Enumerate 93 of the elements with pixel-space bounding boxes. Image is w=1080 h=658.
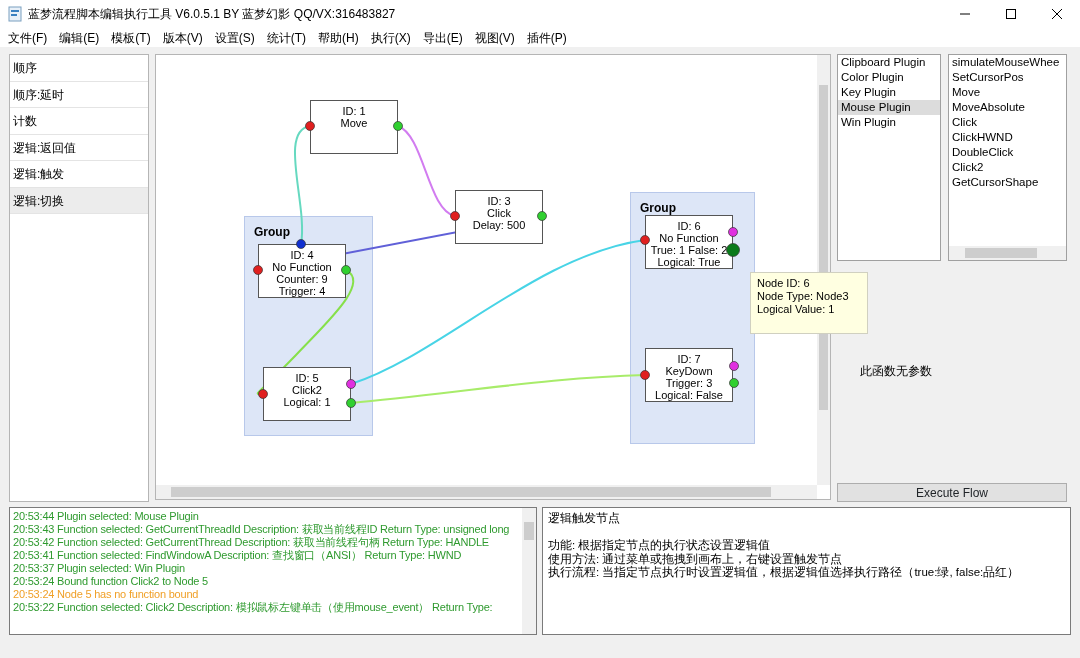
node-type-item[interactable]: 计数 xyxy=(10,108,148,135)
plugin-item[interactable]: Key Plugin xyxy=(838,85,940,100)
port-icon[interactable] xyxy=(296,239,306,249)
port-icon[interactable] xyxy=(253,265,263,275)
node-type-item[interactable]: 逻辑:返回值 xyxy=(10,134,148,161)
menu-item[interactable]: 导出(E) xyxy=(416,28,469,47)
flow-node[interactable]: ID: 6 No Function True: 1 False: 2 Logical: True xyxy=(645,215,733,269)
flow-node[interactable]: ID: 1 Move xyxy=(310,100,398,154)
menu-item[interactable]: 版本(V) xyxy=(156,28,209,47)
menu-item[interactable]: 视图(V) xyxy=(468,28,521,47)
parameter-message: 此函数无参数 xyxy=(860,364,932,378)
node-type-item[interactable]: 顺序:延时 xyxy=(10,81,148,108)
port-icon[interactable] xyxy=(726,243,740,257)
log-entry: 20:53:41 Function selected: FindWindowA Description: 查找窗口（ANSI） Return Type: HWND xyxy=(13,549,463,562)
function-item[interactable]: MoveAbsolute xyxy=(949,100,1066,115)
function-item[interactable]: DoubleClick xyxy=(949,145,1066,160)
node-text: ID: 7 xyxy=(676,353,702,365)
group-title: Group xyxy=(640,200,676,217)
node-text: KeyDown xyxy=(664,365,714,377)
plugin-item[interactable]: Color Plugin xyxy=(838,70,940,85)
log-entry: 20:53:22 Function selected: Click2 Description: 模拟鼠标左键单击（使用mouse_event） Return Type: xyxy=(13,601,494,614)
function-item[interactable]: SetCursorPos xyxy=(949,70,1066,85)
function-item[interactable]: Click xyxy=(949,115,1066,130)
port-icon[interactable] xyxy=(258,389,268,399)
description-line: 使用方法: 通过菜单或拖拽到画布上，右键设置触发节点 xyxy=(548,552,844,566)
horizontal-scrollbar[interactable] xyxy=(949,246,1066,260)
log-entry: 20:53:24 Node 5 has no function bound xyxy=(13,588,200,601)
node-text: Counter: 9 xyxy=(275,273,329,285)
node-type-item[interactable]: 逻辑:触发 xyxy=(10,161,148,188)
node-text: ID: 3 xyxy=(486,195,512,207)
node-text: Logical: 1 xyxy=(282,396,332,408)
execute-flow-button[interactable]: Execute Flow xyxy=(837,483,1067,502)
log-entry: 20:53:24 Bound function Click2 to Node 5 xyxy=(13,575,210,588)
menu-item[interactable]: 帮助(H) xyxy=(312,28,365,47)
port-icon[interactable] xyxy=(640,370,650,380)
node-text: True: 1 False: 2 xyxy=(649,244,729,256)
flow-node[interactable]: ID: 5 Click2 Logical: 1 xyxy=(263,367,351,421)
menu-item[interactable]: 统计(T) xyxy=(260,28,312,47)
node-text: No Function xyxy=(271,261,333,273)
node-text: ID: 6 xyxy=(676,220,702,232)
node-text: Trigger: 3 xyxy=(664,377,714,389)
log-entry: 20:53:43 Function selected: GetCurrentThreadId Description: 获取当前线程ID Return Type: unsigned long xyxy=(13,523,511,536)
tooltip-line: Logical Value: 1 xyxy=(757,303,836,316)
node-text: Move xyxy=(339,117,369,129)
node-text: Delay: 500 xyxy=(471,219,527,231)
window-title: 蓝梦流程脚本编辑执行工具 V6.0.5.1 BY 蓝梦幻影 QQ/VX:316483827 xyxy=(27,6,397,23)
node-text: ID: 4 xyxy=(289,249,315,261)
group-title: Group xyxy=(254,224,290,241)
node-text: No Function xyxy=(658,232,720,244)
menu-item[interactable]: 编辑(E) xyxy=(53,28,106,47)
port-icon[interactable] xyxy=(537,211,547,221)
port-icon[interactable] xyxy=(640,235,650,245)
flow-node[interactable]: ID: 7 KeyDown Trigger: 3 Logical: False xyxy=(645,348,733,402)
node-text: Trigger: 4 xyxy=(277,285,327,297)
node-type-item[interactable]: 顺序 xyxy=(10,55,148,82)
node-text: Logical: True xyxy=(656,256,722,268)
tooltip-line: Node ID: 6 xyxy=(757,277,811,290)
menu-item[interactable]: 插件(P) xyxy=(520,28,573,47)
function-item[interactable]: Click2 xyxy=(949,160,1066,175)
function-item[interactable]: simulateMouseWhee xyxy=(949,55,1066,70)
port-icon[interactable] xyxy=(305,121,315,131)
node-type-item[interactable]: 逻辑:切换 xyxy=(10,187,148,214)
function-item[interactable]: Move xyxy=(949,85,1066,100)
menu-item[interactable]: 执行(X) xyxy=(364,28,417,47)
description-line: 执行流程: 当指定节点执行时设置逻辑值，根据逻辑值选择执行路径（true:绿, false:品红） xyxy=(548,566,1021,580)
port-icon[interactable] xyxy=(341,265,351,275)
node-text: Click xyxy=(486,207,512,219)
function-item[interactable]: GetCursorShape xyxy=(949,175,1066,190)
log-entry: 20:53:42 Function selected: GetCurrentThread Description: 获取当前线程句柄 Return Type: HANDLE xyxy=(13,536,490,549)
flow-node[interactable]: ID: 3 Click Delay: 500 xyxy=(455,190,543,244)
menu-item[interactable]: 文件(F) xyxy=(2,28,54,47)
port-icon[interactable] xyxy=(450,211,460,221)
node-text: Logical: False xyxy=(654,389,724,401)
menu-item[interactable]: 设置(S) xyxy=(208,28,261,47)
description-line: 功能: 根据指定节点的执行状态设置逻辑值 xyxy=(548,539,772,553)
plugin-item[interactable]: Mouse Plugin xyxy=(838,100,940,115)
vertical-scrollbar[interactable] xyxy=(522,508,536,634)
port-icon[interactable] xyxy=(393,121,403,131)
node-text: Click2 xyxy=(291,384,323,396)
description-title: 逻辑触发节点 xyxy=(548,512,621,526)
function-item[interactable]: ClickHWND xyxy=(949,130,1066,145)
tooltip-line: Node Type: Node3 xyxy=(757,290,850,303)
horizontal-scrollbar[interactable] xyxy=(156,485,817,499)
app-icon xyxy=(8,6,22,22)
port-icon[interactable] xyxy=(728,227,738,237)
plugin-item[interactable]: Win Plugin xyxy=(838,115,940,130)
log-entry: 20:53:37 Plugin selected: Win Plugin xyxy=(13,562,186,575)
log-entry: 20:53:44 Plugin selected: Mouse Plugin xyxy=(13,510,200,523)
flow-node[interactable]: ID: 4 No Function Counter: 9 Trigger: 4 xyxy=(258,244,346,298)
node-text: ID: 5 xyxy=(294,372,320,384)
plugin-item[interactable]: Clipboard Plugin xyxy=(838,55,940,70)
node-text: ID: 1 xyxy=(341,105,367,117)
menu-item[interactable]: 模板(T) xyxy=(105,28,157,47)
